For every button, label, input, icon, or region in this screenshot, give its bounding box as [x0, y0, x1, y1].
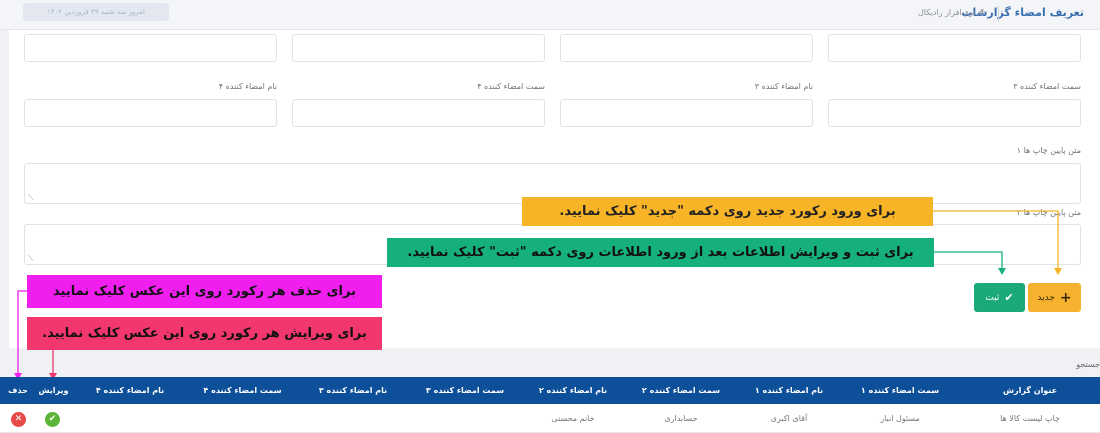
signer1-position-input[interactable] — [828, 34, 1081, 62]
col-signer4-name[interactable]: نام امضاء کننده ۴ — [73, 377, 187, 404]
signer1-name-input[interactable] — [560, 34, 813, 62]
col-signer1-name[interactable]: نام امضاء کننده ۱ — [738, 377, 840, 404]
header-divider — [998, 6, 999, 22]
col-edit: ویرایش — [38, 386, 69, 395]
plus-icon: + — [1059, 289, 1072, 306]
new-button-label: جدید — [1037, 292, 1055, 303]
edit-callout: برای ویرایش هر رکورد روی این عکس کلیک نم… — [27, 317, 382, 350]
check-icon: ✔ — [1004, 291, 1014, 304]
signer3-position-input[interactable] — [828, 99, 1081, 127]
signer4-name-label: نام امضاء کننده ۴ — [218, 82, 277, 91]
col-signer1-position[interactable]: سمت امضاء کننده ۱ — [840, 377, 960, 404]
signer2-position-input[interactable] — [292, 34, 545, 62]
col-signer2-position[interactable]: سمت امضاء کننده ۲ — [624, 377, 738, 404]
close-icon[interactable]: ✕ — [11, 412, 26, 427]
footer1-label: متن پایین چاپ ها ۱ — [1016, 146, 1081, 155]
signer4-position-input[interactable] — [292, 99, 545, 127]
cell-report-title: چاپ لیست کالا ها — [1000, 414, 1060, 423]
footer2-label: متن پایین چاپ ها ۲ — [1016, 208, 1081, 217]
new-button[interactable]: + جدید — [1028, 283, 1081, 312]
signer4-position-label: سمت امضاء کننده ۴ — [477, 82, 545, 91]
save-button[interactable]: ✔ ثبت — [974, 283, 1025, 312]
save-button-callout: برای ثبت و ویرایش اطلاعات بعد از ورود اط… — [387, 238, 934, 267]
cell-signer1-position: مسئول انبار — [880, 414, 920, 423]
date-chip: امروز سه شنبه ۲۹ فروردین ۱۴۰۲ — [23, 3, 169, 21]
top-bar: تعریف امضاء گزارشات # نرم افزار رادیکال … — [0, 0, 1100, 30]
cell-signer2-name: خانم محسنی — [551, 414, 595, 423]
col-signer3-position[interactable]: سمت امضاء کننده ۳ — [408, 377, 522, 404]
signer4-name-input[interactable] — [24, 99, 277, 127]
cell-signer1-name: آقای اکبری — [770, 414, 808, 423]
col-signer3-name[interactable]: نام امضاء کننده ۳ — [298, 377, 408, 404]
check-icon[interactable]: ✔ — [45, 412, 60, 427]
resize-handle-icon[interactable]: ⟋ — [28, 194, 34, 202]
resize-handle-icon[interactable]: ⟋ — [28, 255, 34, 263]
search-label: جستجو — [1076, 360, 1100, 369]
col-report-title[interactable]: عنوان گزارش — [960, 377, 1100, 404]
cell-signer2-position: حسابداری — [664, 414, 698, 423]
new-button-callout: برای ورود رکورد جدید روی دکمه "جدید" کلی… — [522, 197, 933, 226]
table-header: عنوان گزارش سمت امضاء کننده ۱ نام امضاء … — [0, 377, 1100, 404]
signer3-name-input[interactable] — [560, 99, 813, 127]
signer3-name-label: نام امضاء کننده ۳ — [754, 82, 813, 91]
signer3-position-label: سمت امضاء کننده ۳ — [1013, 82, 1081, 91]
col-signer4-position[interactable]: سمت امضاء کننده ۴ — [187, 377, 298, 404]
table-row[interactable]: چاپ لیست کالا ها مسئول انبار آقای اکبری … — [0, 404, 1100, 433]
signer2-name-input[interactable] — [24, 34, 277, 62]
delete-callout: برای حذف هر رکورد روی این عکس کلیک نمایی… — [27, 275, 382, 308]
col-signer2-name[interactable]: نام امضاء کننده ۲ — [522, 377, 624, 404]
breadcrumb[interactable]: # نرم افزار رادیکال — [918, 8, 985, 17]
save-button-label: ثبت — [985, 292, 1000, 303]
col-delete: حذف — [8, 386, 28, 395]
